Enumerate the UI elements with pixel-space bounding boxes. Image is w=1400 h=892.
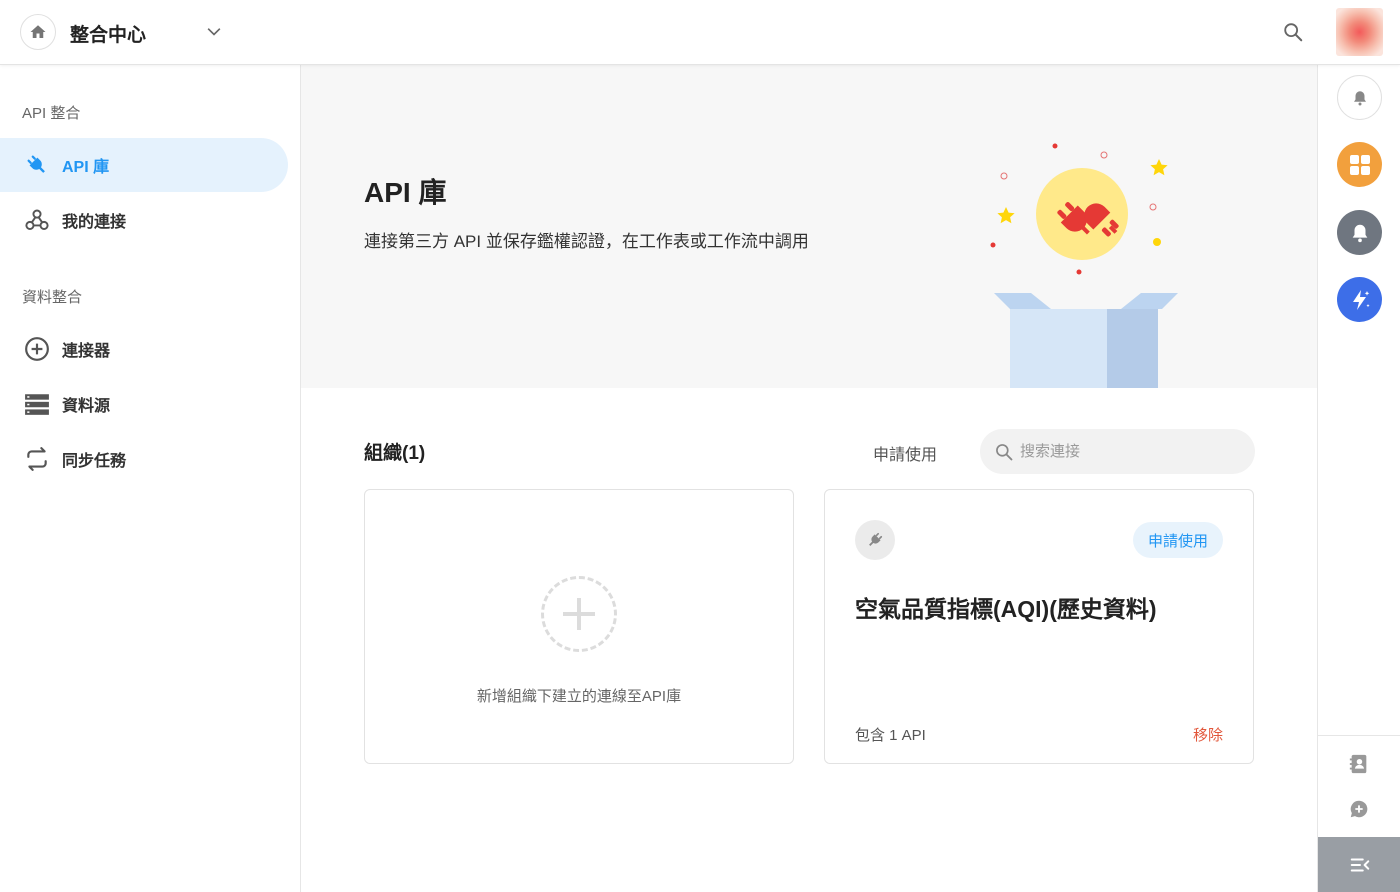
contacts-icon (1349, 754, 1367, 774)
api-card[interactable]: 申請使用 空氣品質指標(AQI)(歷史資料) 包含 1 API 移除 (824, 489, 1254, 764)
add-icon (541, 576, 617, 652)
search-icon (996, 443, 1013, 460)
chat-add-icon (1350, 800, 1368, 818)
collapse-panel-button[interactable] (1318, 837, 1400, 892)
sidebar-item-my-connections[interactable]: 我的連接 (0, 193, 288, 247)
search-connections-box[interactable] (980, 429, 1255, 474)
page-subtitle: 連接第三方 API 並保存鑑權認證，在工作表或工作流中調用 (364, 232, 809, 251)
hero-banner: API 庫 連接第三方 API 並保存鑑權認證，在工作表或工作流中調用 (301, 65, 1317, 388)
add-connection-card[interactable]: 新增組織下建立的連線至API庫 (364, 489, 794, 764)
lightning-icon (1352, 289, 1370, 310)
ai-assistant-button[interactable] (1337, 277, 1382, 322)
grid-icon (1349, 154, 1370, 175)
add-connection-text: 新增組織下建立的連線至API庫 (476, 688, 682, 705)
sidebar-item-label: 同步任務 (62, 453, 127, 470)
bell-icon (1352, 224, 1367, 242)
add-circle-icon (24, 336, 50, 362)
organization-title: 組織(1) (364, 443, 426, 464)
sidebar-item-api-library[interactable]: API 庫 (0, 138, 288, 192)
apply-use-badge[interactable]: 申請使用 (1132, 522, 1223, 558)
sidebar-item-connectors[interactable]: 連接器 (0, 322, 288, 376)
app-title: 整合中心 (70, 25, 147, 46)
page-title: API 庫 (364, 177, 447, 208)
app-grid-button[interactable] (1337, 142, 1382, 187)
user-avatar[interactable] (1336, 8, 1383, 56)
collapse-menu-icon (1350, 857, 1369, 872)
main-content: API 庫 連接第三方 API 並保存鑑權認證，在工作表或工作流中調用 組織(1… (301, 65, 1317, 892)
apply-use-link[interactable]: 申請使用 (873, 441, 937, 465)
new-chat-button[interactable] (1346, 796, 1372, 822)
sidebar-item-sync-tasks[interactable]: 同步任務 (0, 432, 288, 486)
rail-divider (1318, 735, 1400, 736)
plug-box-illustration (990, 143, 1178, 388)
search-icon[interactable] (1282, 21, 1304, 43)
home-button[interactable] (20, 14, 56, 50)
sidebar-item-data-sources[interactable]: 資料源 (0, 377, 288, 431)
api-count: 包含 1 API (855, 727, 926, 744)
webhook-icon (24, 207, 50, 233)
sidebar: API 整合 API 庫 我的連接 資料整合 連接器 資料源 同步任務 (0, 65, 301, 892)
search-input[interactable] (1020, 443, 1240, 460)
sidebar-item-label: 資料源 (62, 398, 111, 415)
sidebar-item-label: API 庫 (62, 159, 110, 176)
alerts-button[interactable] (1337, 210, 1382, 255)
section-api-integration: API 整合 (22, 105, 81, 122)
sidebar-item-label: 連接器 (62, 343, 111, 360)
chevron-down-icon[interactable] (204, 22, 224, 42)
storage-icon (24, 391, 50, 417)
right-rail (1317, 65, 1400, 892)
section-data-integration: 資料整合 (22, 289, 83, 306)
notification-button[interactable] (1337, 75, 1382, 120)
plug-icon (24, 152, 50, 178)
remove-button[interactable]: 移除 (1193, 724, 1223, 745)
home-icon (30, 25, 46, 38)
contacts-button[interactable] (1346, 751, 1372, 777)
plug-icon (855, 520, 895, 560)
api-name: 空氣品質指標(AQI)(歷史資料) (855, 596, 1157, 622)
sidebar-item-label: 我的連接 (62, 214, 127, 231)
bell-icon (1353, 90, 1366, 105)
sync-icon (24, 446, 50, 472)
top-bar: 整合中心 (0, 0, 1400, 65)
